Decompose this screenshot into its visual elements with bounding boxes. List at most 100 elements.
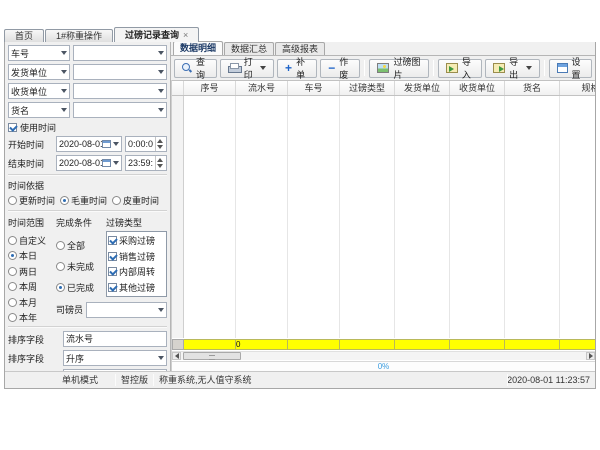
check-other-weigh[interactable]: 其他过磅 [108,281,165,294]
radio-icon [112,196,121,205]
tab-advanced-report[interactable]: 高级报表 [275,42,325,55]
sender-value-combo[interactable] [73,64,167,80]
radio-unfinished[interactable]: 未完成 [56,260,104,273]
grid-column [560,96,595,338]
settings-button[interactable]: 设置 [549,59,593,78]
radio-two-days[interactable]: 两日 [8,265,54,278]
receiver-field-combo[interactable]: 收货单位 [8,83,70,99]
col-header-spec[interactable]: 规格 [560,81,595,95]
use-time-checkbox[interactable] [8,123,17,132]
spinner-icons[interactable] [155,137,164,151]
end-date-picker[interactable]: 2020-08-01 [56,155,122,171]
status-mode: 单机模式 [62,372,98,388]
tab-weigh-operation[interactable]: 1#称重操作 [45,29,113,42]
time-basis-options: 更新时间 毛重时间 皮重时间 [8,194,167,207]
export-button[interactable]: 导出 [485,59,539,78]
col-header-receiver[interactable]: 收货单位 [450,81,505,95]
sort-field-input[interactable]: 流水号 [63,331,167,347]
radio-label: 本日 [19,249,37,262]
radio-icon [8,251,17,260]
weigh-type-title: 过磅类型 [106,216,167,229]
receiver-value-combo[interactable] [73,83,167,99]
grid-column [450,96,505,338]
query-button[interactable]: 查询 [174,59,217,78]
check-purchase-weigh[interactable]: 采购过磅 [108,234,165,247]
radio-update-time[interactable]: 更新时间 [8,194,55,207]
toolbar-separator [544,60,545,76]
scrollbar-track[interactable] [241,352,586,360]
status-edition: 智控版 [121,372,148,388]
vehicle-field-combo[interactable]: 车号 [8,45,70,61]
radio-finished[interactable]: 已完成 [56,281,104,294]
check-internal-transfer[interactable]: 内部周转 [108,265,165,278]
date-value: 2020-08-01 [59,158,102,168]
filter-groups: 时间范围 自定义 本日 两日 本周 本月 本年 完成条件 全部 未完成 已完成 [8,215,167,324]
end-time-spinner[interactable]: 23:59:59 [125,155,167,171]
import-icon [446,63,458,73]
status-bar: 单机模式 智控版 称重系统,无人值守系统 2020-08-01 11:23:57 [5,371,595,388]
divider [8,174,167,176]
radio-gross-time[interactable]: 毛重时间 [60,194,107,207]
start-time-row: 开始时间 2020-08-01 0:00:00 [8,136,167,152]
print-button[interactable]: 打印 [220,59,274,78]
grid-column [236,96,288,338]
col-header-weigh-type[interactable]: 过磅类型 [340,81,395,95]
goods-value-combo[interactable] [73,102,167,118]
spin-up-icon [157,139,163,143]
summary-cell [288,339,340,350]
sort-field-label: 排序字段 [8,333,60,346]
combo-value: 发货单位 [11,66,59,79]
start-time-spinner[interactable]: 0:00:00 [125,136,167,152]
start-date-picker[interactable]: 2020-08-01 [56,136,122,152]
use-time-row: 使用时间 [8,121,167,134]
radio-today[interactable]: 本日 [8,249,54,262]
tab-home[interactable]: 首页 [4,29,44,42]
close-icon[interactable]: × [183,28,188,42]
finish-status-title: 完成条件 [56,216,104,229]
supplement-order-button[interactable]: +补单 [277,59,317,78]
weigher-combo[interactable] [86,302,167,318]
col-header-sender[interactable]: 发货单位 [395,81,450,95]
radio-this-week[interactable]: 本周 [8,280,54,293]
tab-data-detail[interactable]: 数据明细 [173,41,223,55]
col-header-vehicle[interactable]: 车号 [288,81,340,95]
weigh-photo-button[interactable]: 过磅图片 [369,59,428,78]
scroll-left-button[interactable] [172,352,181,360]
chevron-down-icon [61,89,67,93]
radio-all[interactable]: 全部 [56,239,104,252]
tab-weigh-record-query[interactable]: 过磅记录查询 × [114,27,199,42]
col-header-goods[interactable]: 货名 [505,81,560,95]
radio-this-year[interactable]: 本年 [8,311,54,324]
sender-field-combo[interactable]: 发货单位 [8,64,70,80]
radio-label: 本月 [19,296,37,309]
radio-this-month[interactable]: 本月 [8,296,54,309]
radio-tare-time[interactable]: 皮重时间 [112,194,159,207]
radio-icon [8,267,17,276]
void-order-button[interactable]: −作废 [320,59,360,78]
col-header-seq[interactable]: 序号 [184,81,236,95]
date-value: 2020-08-01 [59,139,102,149]
summary-indicator-cell [172,339,184,350]
checkbox-label: 销售过磅 [119,250,155,263]
tab-data-summary[interactable]: 数据汇总 [224,42,274,55]
import-button[interactable]: 导入 [438,59,482,78]
sort-order-combo[interactable]: 升序 [63,350,167,366]
goods-field-combo[interactable]: 货名 [8,102,70,118]
spinner-icons[interactable] [155,156,164,170]
check-sales-weigh[interactable]: 销售过磅 [108,250,165,263]
button-label: 作废 [339,55,352,81]
weigh-type-listbox[interactable]: 采购过磅 销售过磅 内部周转 其他过磅 [106,231,167,297]
summary-cell [340,339,395,350]
col-header-serial[interactable]: 流水号 [236,81,288,95]
radio-label: 两日 [19,265,37,278]
horizontal-scrollbar[interactable] [172,351,595,360]
button-label: 补单 [296,55,309,81]
scrollbar-thumb[interactable] [183,352,241,360]
grid-body[interactable] [172,96,595,338]
radio-icon [60,196,69,205]
radio-custom[interactable]: 自定义 [8,234,54,247]
vehicle-value-combo[interactable] [73,45,167,61]
scroll-right-button[interactable] [586,352,595,360]
radio-icon [56,241,65,250]
chevron-down-icon [61,108,67,112]
